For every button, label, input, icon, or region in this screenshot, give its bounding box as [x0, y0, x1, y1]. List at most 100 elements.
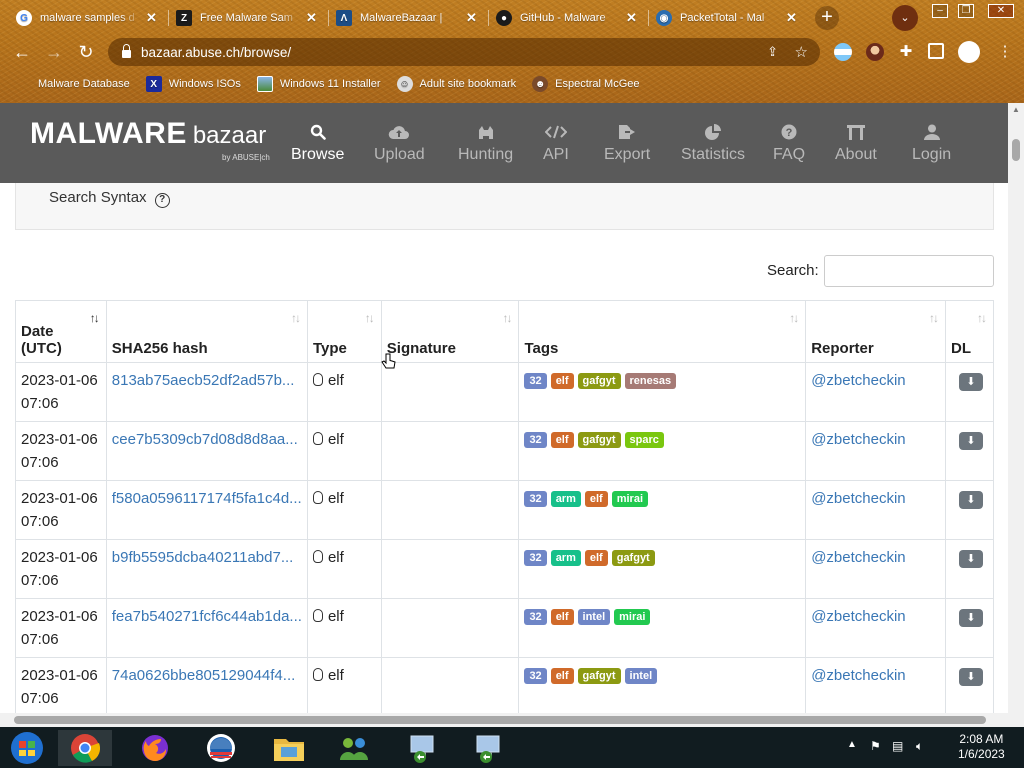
- col-header-date[interactable]: ↑↓ Date (UTC): [15, 300, 107, 363]
- scroll-up-icon[interactable]: ▲: [1012, 105, 1020, 114]
- sha256-link[interactable]: 813ab75aecb52df2ad57b...: [112, 372, 295, 389]
- tag-badge[interactable]: elf: [550, 432, 574, 449]
- new-tab-button[interactable]: +: [815, 6, 839, 30]
- star-icon[interactable]: ☆: [795, 43, 808, 61]
- col-header-type[interactable]: ↑↓ Type: [306, 300, 382, 363]
- download-cloud-icon[interactable]: ⬇: [958, 491, 983, 509]
- action-center-flag-icon[interactable]: ⚑: [870, 739, 881, 753]
- reporter-link[interactable]: @zbetcheckin: [811, 608, 905, 625]
- tab-free-malware[interactable]: Z Free Malware Sam ✕: [168, 4, 328, 32]
- obama-logo-icon[interactable]: [194, 730, 248, 766]
- restore-button[interactable]: ❐: [958, 4, 974, 18]
- reporter-link[interactable]: @zbetcheckin: [811, 372, 905, 389]
- tag-badge[interactable]: 32: [524, 550, 547, 567]
- sha256-link[interactable]: f580a0596117174f5fa1c4d...: [112, 490, 302, 507]
- nav-statistics[interactable]: Statistics: [681, 121, 745, 164]
- computer-arrow-icon[interactable]: [396, 730, 450, 766]
- puzzle-icon[interactable]: ✚: [897, 43, 915, 61]
- tab-search-button[interactable]: ⌄: [892, 5, 918, 31]
- scrollbar-thumb[interactable]: [1012, 139, 1020, 161]
- tag-badge[interactable]: elf: [550, 373, 574, 390]
- network-icon[interactable]: ▤: [892, 739, 903, 753]
- profile-icon[interactable]: [958, 41, 980, 63]
- close-icon[interactable]: ✕: [306, 10, 317, 26]
- tag-badge[interactable]: renesas: [624, 373, 677, 390]
- bookmark-espectral-mcgee[interactable]: ☻ Espectral McGee: [532, 76, 640, 92]
- forward-button[interactable]: →: [42, 40, 66, 64]
- tab-github[interactable]: ● GitHub - Malware ✕: [488, 4, 648, 32]
- col-header-tags[interactable]: ↑↓ Tags: [518, 300, 807, 363]
- tag-badge[interactable]: 32: [524, 668, 547, 685]
- col-header-hash[interactable]: ↑↓ SHA256 hash: [105, 300, 308, 363]
- tag-badge[interactable]: elf: [550, 609, 574, 626]
- search-syntax-toggle[interactable]: Search Syntax ?: [49, 189, 170, 208]
- tag-badge[interactable]: sparc: [624, 432, 664, 449]
- vertical-scrollbar[interactable]: ▲: [1008, 103, 1024, 713]
- close-icon[interactable]: ✕: [786, 10, 797, 26]
- reporter-link[interactable]: @zbetcheckin: [811, 431, 905, 448]
- col-header-signature[interactable]: ↑↓ Signature: [380, 300, 520, 363]
- tag-badge[interactable]: gafgyt: [577, 432, 621, 449]
- download-cloud-icon[interactable]: ⬇: [958, 668, 983, 686]
- tab-malwarebazaar[interactable]: Λ MalwareBazaar | ✕: [328, 4, 488, 32]
- nav-api[interactable]: API: [543, 121, 569, 164]
- close-icon[interactable]: ✕: [626, 10, 637, 26]
- tag-badge[interactable]: elf: [584, 550, 608, 567]
- close-icon[interactable]: ✕: [466, 10, 477, 26]
- horizontal-scrollbar[interactable]: [0, 713, 1024, 727]
- side-panel-icon[interactable]: [928, 43, 944, 59]
- volume-icon[interactable]: 🔈︎: [916, 739, 923, 754]
- tray-chevron-icon[interactable]: ▲: [847, 739, 857, 750]
- tag-badge[interactable]: 32: [524, 432, 547, 449]
- flag-extension-icon[interactable]: [834, 43, 852, 61]
- tag-badge[interactable]: mirai: [614, 609, 651, 626]
- sha256-link[interactable]: b9fb5595dcba40211abd7...: [112, 549, 294, 566]
- nav-browse[interactable]: Browse: [291, 121, 344, 164]
- site-logo[interactable]: MALWARE bazaar by ABUSE|ch: [30, 117, 270, 162]
- tag-badge[interactable]: 32: [524, 491, 547, 508]
- download-cloud-icon[interactable]: ⬇: [958, 550, 983, 568]
- tag-badge[interactable]: elf: [584, 491, 608, 508]
- tab-malware-samples[interactable]: G malware samples d ✕: [8, 4, 168, 32]
- firefox-icon[interactable]: [128, 730, 182, 766]
- bookmark-adult-site[interactable]: ☺ Adult site bookmark: [396, 76, 516, 92]
- download-cloud-icon[interactable]: ⬇: [958, 609, 983, 627]
- scrollbar-thumb[interactable]: [14, 716, 986, 724]
- bookmark-windows-11-installer[interactable]: Windows 11 Installer: [256, 76, 381, 92]
- window-close-button[interactable]: ✕: [988, 4, 1014, 18]
- menu-kebab-icon[interactable]: ⋮: [996, 43, 1014, 61]
- bookmark-malware-database[interactable]: Malware Database: [22, 76, 130, 92]
- close-icon[interactable]: ✕: [146, 10, 157, 26]
- tag-badge[interactable]: mirai: [611, 491, 649, 508]
- avatar-extension-icon[interactable]: [866, 43, 884, 61]
- tag-badge[interactable]: intel: [624, 668, 658, 685]
- share-icon[interactable]: ⇪: [767, 44, 778, 60]
- system-clock[interactable]: 2:08 AM 1/6/2023: [958, 732, 1005, 762]
- nav-hunting[interactable]: Hunting: [458, 121, 513, 164]
- back-button[interactable]: ←: [10, 40, 34, 64]
- network-people-icon[interactable]: [327, 730, 381, 766]
- tag-badge[interactable]: gafgyt: [611, 550, 655, 567]
- reporter-link[interactable]: @zbetcheckin: [811, 549, 905, 566]
- tag-badge[interactable]: gafgyt: [577, 668, 621, 685]
- tag-badge[interactable]: gafgyt: [577, 373, 621, 390]
- sha256-link[interactable]: 74a0626bbe805129044f4...: [112, 667, 296, 684]
- reporter-link[interactable]: @zbetcheckin: [811, 667, 905, 684]
- computer-arrow-icon[interactable]: [462, 730, 516, 766]
- download-cloud-icon[interactable]: ⬇: [958, 432, 983, 450]
- nav-login[interactable]: Login: [912, 121, 951, 164]
- tag-badge[interactable]: 32: [524, 373, 547, 390]
- tag-badge[interactable]: 32: [524, 609, 547, 626]
- tag-badge[interactable]: arm: [550, 491, 581, 508]
- tab-packettotal[interactable]: ◉ PacketTotal - Mal ✕: [648, 4, 808, 32]
- nav-about[interactable]: About: [835, 121, 877, 164]
- search-input[interactable]: [824, 255, 994, 287]
- question-circle-icon[interactable]: ?: [154, 193, 170, 208]
- download-cloud-icon[interactable]: ⬇: [958, 373, 983, 391]
- reload-button[interactable]: ↻: [74, 40, 98, 64]
- sha256-link[interactable]: fea7b540271fcf6c44ab1da...: [112, 608, 302, 625]
- nav-export[interactable]: Export: [604, 121, 650, 164]
- col-header-dl[interactable]: ↑↓ DL: [944, 300, 995, 363]
- col-header-reporter[interactable]: ↑↓ Reporter: [805, 300, 946, 363]
- tag-badge[interactable]: elf: [550, 668, 574, 685]
